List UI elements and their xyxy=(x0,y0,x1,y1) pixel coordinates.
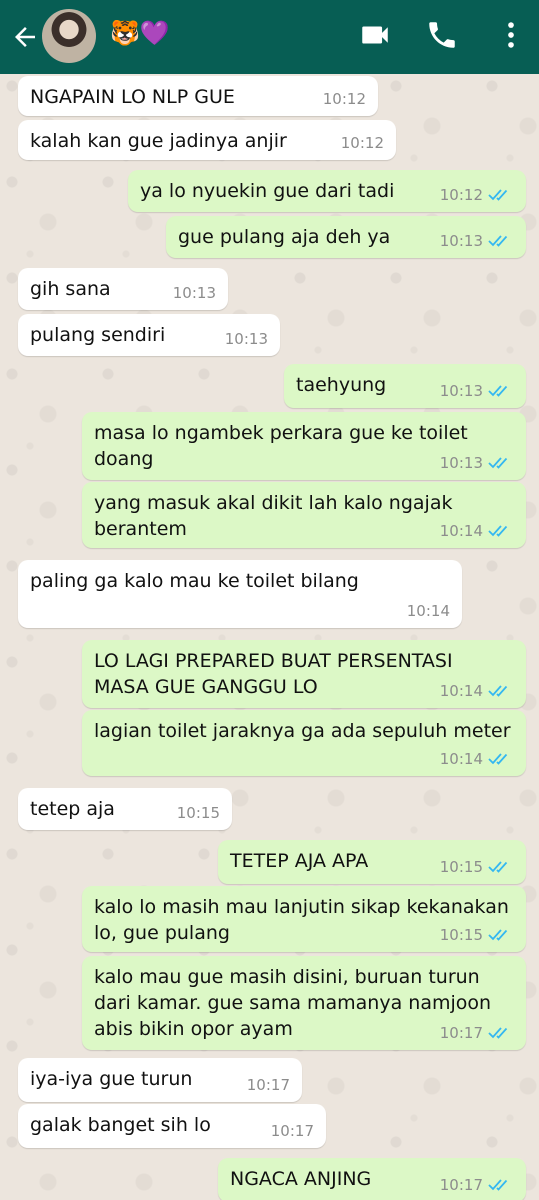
message-meta: 10:13 xyxy=(225,328,268,350)
message-meta: 10:12 xyxy=(440,184,514,206)
incoming-message[interactable]: kalah kan gue jadinya anjir 10:12 xyxy=(18,120,396,160)
read-receipt-icon xyxy=(488,383,514,399)
message-meta: 10:13 xyxy=(440,230,514,252)
chat-header: 🐯💜 xyxy=(0,0,539,74)
message-time: 10:15 xyxy=(176,804,220,822)
message-time: 10:14 xyxy=(439,522,483,540)
message-time: 10:14 xyxy=(406,602,450,620)
outgoing-message[interactable]: gue pulang aja deh ya 10:13 xyxy=(166,216,526,258)
message-meta: 10:17 xyxy=(440,1174,514,1196)
message-meta: 10:15 xyxy=(177,802,220,824)
incoming-message[interactable]: paling ga kalo mau ke toilet bilang 10:14 xyxy=(18,560,462,628)
message-meta: 10:14 xyxy=(440,748,514,770)
message-meta: 10:14 xyxy=(440,680,514,702)
outgoing-message[interactable]: NGACA ANJING 10:17 xyxy=(218,1158,526,1200)
message-time: 10:14 xyxy=(439,750,483,768)
incoming-message[interactable]: gih sana 10:13 xyxy=(18,268,228,310)
read-receipt-icon xyxy=(488,859,514,875)
message-meta: 10:13 xyxy=(440,452,514,474)
outgoing-message[interactable]: ya lo nyuekin gue dari tadi 10:12 xyxy=(128,170,526,212)
message-time: 10:13 xyxy=(172,284,216,302)
incoming-message[interactable]: NGAPAIN LO NLP GUE 10:12 xyxy=(18,76,378,116)
avatar[interactable] xyxy=(42,9,96,63)
message-meta: 10:17 xyxy=(440,1022,514,1044)
read-receipt-icon xyxy=(488,455,514,471)
read-receipt-icon xyxy=(488,683,514,699)
outgoing-message[interactable]: masa lo ngambek perkara gue ke toilet do… xyxy=(82,412,526,480)
outgoing-message[interactable]: LO LAGI PREPARED BUAT PERSENTASI MASA GU… xyxy=(82,640,526,708)
message-meta: 10:17 xyxy=(271,1120,314,1142)
read-receipt-icon xyxy=(488,1025,514,1041)
message-time: 10:13 xyxy=(439,382,483,400)
read-receipt-icon xyxy=(488,187,514,203)
read-receipt-icon xyxy=(488,233,514,249)
message-time: 10:12 xyxy=(340,134,384,152)
outgoing-message[interactable]: TETEP AJA APA 10:15 xyxy=(218,840,526,884)
message-meta: 10:12 xyxy=(341,132,384,154)
message-time: 10:15 xyxy=(439,858,483,876)
arrow-left-icon[interactable] xyxy=(10,22,40,52)
message-time: 10:15 xyxy=(439,926,483,944)
message-meta: 10:14 xyxy=(407,600,450,622)
read-receipt-icon xyxy=(488,1177,514,1193)
read-receipt-icon xyxy=(488,927,514,943)
message-meta: 10:12 xyxy=(323,88,366,110)
message-time: 10:13 xyxy=(224,330,268,348)
video-call-icon[interactable] xyxy=(358,18,392,52)
incoming-message[interactable]: tetep aja 10:15 xyxy=(18,788,232,830)
read-receipt-icon xyxy=(488,523,514,539)
incoming-message[interactable]: pulang sendiri 10:13 xyxy=(18,314,280,356)
outgoing-message[interactable]: kalo mau gue masih disini, buruan turun … xyxy=(82,956,526,1050)
message-time: 10:12 xyxy=(322,90,366,108)
more-vert-icon[interactable] xyxy=(494,18,528,52)
message-time: 10:14 xyxy=(439,682,483,700)
read-receipt-icon xyxy=(488,751,514,767)
message-text: kalah kan gue jadinya anjir xyxy=(30,130,287,152)
message-text: lagian toilet jaraknya ga ada sepuluh me… xyxy=(94,720,511,742)
incoming-message[interactable]: galak banget sih lo 10:17 xyxy=(18,1104,326,1148)
message-time: 10:12 xyxy=(439,186,483,204)
phone-icon[interactable] xyxy=(425,18,459,52)
outgoing-message[interactable]: taehyung 10:13 xyxy=(284,364,526,408)
message-time: 10:13 xyxy=(439,454,483,472)
contact-name[interactable]: 🐯💜 xyxy=(110,18,170,48)
message-meta: 10:13 xyxy=(173,282,216,304)
chat-area[interactable]: NGAPAIN LO NLP GUE 10:12 kalah kan gue jad… xyxy=(0,74,539,1200)
message-time: 10:17 xyxy=(246,1076,290,1094)
outgoing-message[interactable]: yang masuk akal dikit lah kalo ngajak be… xyxy=(82,482,526,548)
message-text: NGAPAIN LO NLP GUE xyxy=(30,86,235,108)
message-meta: 10:13 xyxy=(440,380,514,402)
outgoing-message[interactable]: kalo lo masih mau lanjutin sikap kekanak… xyxy=(82,886,526,952)
outgoing-message[interactable]: lagian toilet jaraknya ga ada sepuluh me… xyxy=(82,710,526,776)
message-time: 10:17 xyxy=(439,1024,483,1042)
message-text: paling ga kalo mau ke toilet bilang xyxy=(30,570,359,592)
message-time: 10:17 xyxy=(439,1176,483,1194)
message-time: 10:17 xyxy=(270,1122,314,1140)
message-meta: 10:15 xyxy=(440,924,514,946)
message-meta: 10:14 xyxy=(440,520,514,542)
message-meta: 10:15 xyxy=(440,856,514,878)
message-time: 10:13 xyxy=(439,232,483,250)
incoming-message[interactable]: iya-iya gue turun 10:17 xyxy=(18,1058,302,1102)
message-meta: 10:17 xyxy=(247,1074,290,1096)
